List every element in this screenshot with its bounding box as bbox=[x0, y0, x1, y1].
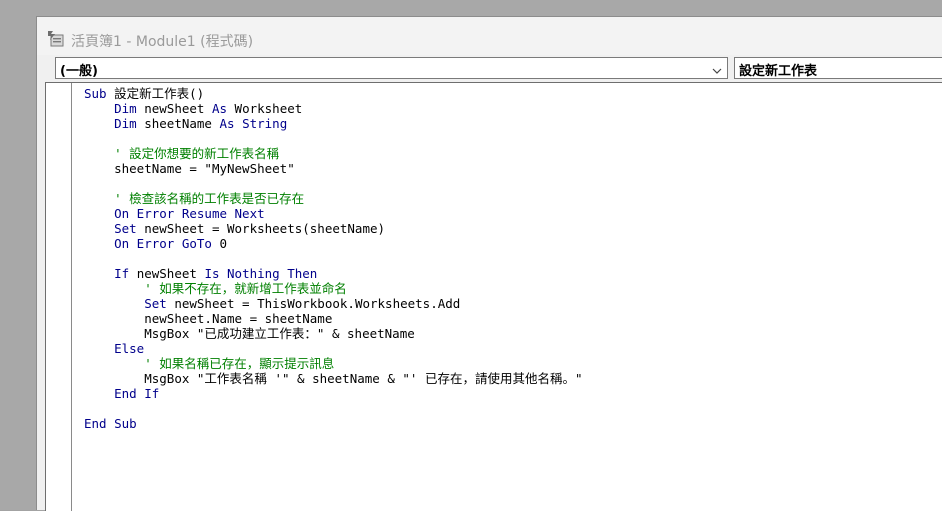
code-line[interactable]: If newSheet Is Nothing Then bbox=[84, 266, 942, 281]
code-token: MsgBox "已成功建立工作表：" & sheetName bbox=[144, 326, 415, 341]
code-line[interactable]: ' 檢查該名稱的工作表是否已存在 bbox=[84, 191, 942, 206]
object-dropdown-value: (一般) bbox=[60, 64, 98, 79]
code-token: sheetName bbox=[136, 116, 220, 131]
procedure-dropdown[interactable]: 設定新工作表 bbox=[734, 57, 942, 79]
code-line[interactable]: MsgBox "已成功建立工作表：" & sheetName bbox=[84, 326, 942, 341]
code-line[interactable]: Sub 設定新工作表() bbox=[84, 86, 942, 101]
code-line[interactable]: ' 設定你想要的新工作表名稱 bbox=[84, 146, 942, 161]
code-token: newSheet = Worksheets(sheetName) bbox=[136, 221, 386, 236]
code-token: newSheet bbox=[136, 101, 212, 116]
keyword-token: Set bbox=[144, 296, 167, 311]
code-line[interactable]: sheetName = "MyNewSheet" bbox=[84, 161, 942, 176]
code-line[interactable]: Set newSheet = ThisWorkbook.Worksheets.A… bbox=[84, 296, 942, 311]
keyword-token: String bbox=[234, 116, 288, 131]
code-token: newSheet = ThisWorkbook.Worksheets.Add bbox=[166, 296, 461, 311]
keyword-token: If bbox=[114, 266, 130, 281]
code-line[interactable]: Dim sheetName As String bbox=[84, 116, 942, 131]
code-line[interactable]: End Sub bbox=[84, 416, 942, 431]
comment-token: ' 如果名稱已存在，顯示提示訊息 bbox=[144, 356, 335, 371]
code-token: Worksheet bbox=[227, 101, 303, 116]
keyword-token: On Error Resume Next bbox=[114, 206, 265, 221]
keyword-token: On Error GoTo bbox=[114, 236, 212, 251]
window-title: 活頁簿1 - Module1 (程式碼) bbox=[71, 34, 254, 50]
code-line[interactable]: On Error Resume Next bbox=[84, 206, 942, 221]
vba-module-icon bbox=[46, 29, 66, 47]
comment-token: ' 檢查該名稱的工作表是否已存在 bbox=[114, 191, 305, 206]
code-line[interactable]: End If bbox=[84, 386, 942, 401]
keyword-token: End If bbox=[114, 386, 160, 401]
code-line[interactable] bbox=[84, 131, 942, 146]
procedure-dropdown-value: 設定新工作表 bbox=[739, 64, 818, 79]
code-line[interactable] bbox=[84, 401, 942, 416]
object-dropdown[interactable]: (一般) bbox=[55, 57, 728, 79]
code-window: 活頁簿1 - Module1 (程式碼) (一般) 設定新工作表 Sub 設定新… bbox=[36, 16, 942, 511]
code-line[interactable]: Set newSheet = Worksheets(sheetName) bbox=[84, 221, 942, 236]
code-editor[interactable]: Sub 設定新工作表() Dim newSheet As Worksheet D… bbox=[45, 82, 942, 511]
code-line[interactable]: ' 如果不存在，就新增工作表並命名 bbox=[84, 281, 942, 296]
keyword-token: End Sub bbox=[84, 416, 137, 431]
keyword-token: Sub bbox=[84, 86, 107, 101]
code-line[interactable]: Else bbox=[84, 341, 942, 356]
keyword-token: Is Nothing Then bbox=[204, 266, 318, 281]
keyword-token: Else bbox=[114, 341, 145, 356]
margin-indicator-bar[interactable] bbox=[46, 83, 72, 511]
keyword-token: As bbox=[219, 116, 235, 131]
code-area[interactable]: Sub 設定新工作表() Dim newSheet As Worksheet D… bbox=[84, 86, 942, 431]
chevron-down-icon[interactable] bbox=[711, 62, 723, 74]
comment-token: ' 設定你想要的新工作表名稱 bbox=[114, 146, 280, 161]
code-line[interactable]: MsgBox "工作表名稱 '" & sheetName & "' 已存在，請使… bbox=[84, 371, 942, 386]
code-line[interactable] bbox=[84, 176, 942, 191]
code-token: 0 bbox=[211, 236, 228, 251]
keyword-token: Dim bbox=[114, 101, 137, 116]
title-bar[interactable]: 活頁簿1 - Module1 (程式碼) bbox=[37, 17, 942, 55]
code-line[interactable]: newSheet.Name = sheetName bbox=[84, 311, 942, 326]
code-token: MsgBox "工作表名稱 '" & sheetName & "' 已存在，請使… bbox=[144, 371, 583, 386]
code-line[interactable]: Dim newSheet As Worksheet bbox=[84, 101, 942, 116]
keyword-token: As bbox=[211, 101, 228, 116]
code-line[interactable]: On Error GoTo 0 bbox=[84, 236, 942, 251]
keyword-token: Set bbox=[114, 221, 137, 236]
code-token: sheetName = "MyNewSheet" bbox=[114, 161, 295, 176]
comment-token: ' 如果不存在，就新增工作表並命名 bbox=[144, 281, 347, 296]
code-line[interactable]: ' 如果名稱已存在，顯示提示訊息 bbox=[84, 356, 942, 371]
code-line[interactable] bbox=[84, 251, 942, 266]
code-token: newSheet bbox=[129, 266, 205, 281]
code-token: newSheet.Name = sheetName bbox=[144, 311, 333, 326]
code-token: 設定新工作表() bbox=[106, 86, 205, 101]
keyword-token: Dim bbox=[114, 116, 137, 131]
